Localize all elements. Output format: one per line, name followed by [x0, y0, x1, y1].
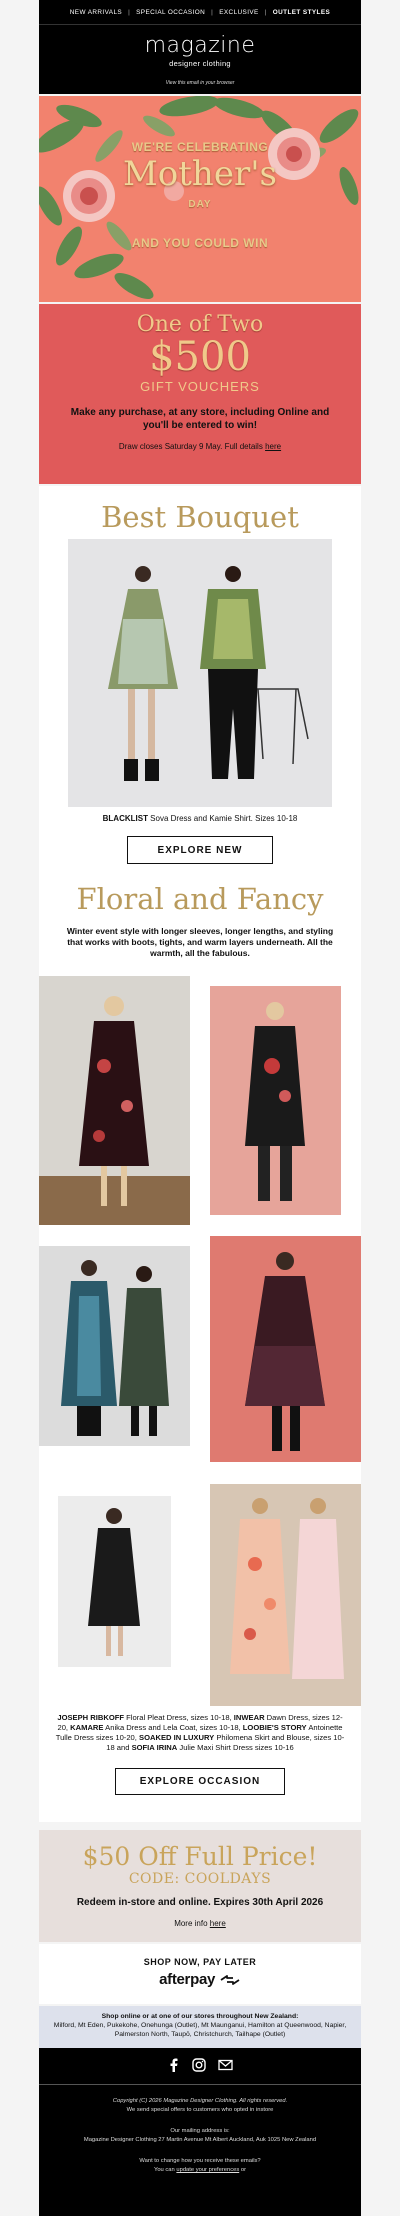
- hero-line-2: Mother's: [122, 154, 277, 194]
- more-info-link[interactable]: here: [210, 1919, 226, 1928]
- update-suffix: or: [240, 2167, 246, 2173]
- stores-list: Milford, Mt Eden, Pukekohe, Onehunga (Ou…: [53, 2022, 347, 2038]
- hero-line-3: DAY: [188, 199, 212, 210]
- email-header: magazine designer clothing View this ema…: [39, 24, 361, 94]
- best-bouquet-photo[interactable]: [68, 539, 332, 807]
- promo-terms: Redeem in-store and online. Expires 30th…: [76, 1897, 324, 1908]
- caption-brand: SOAKED IN LUXURY: [139, 1733, 215, 1742]
- product-photo-3[interactable]: [39, 1246, 190, 1446]
- update-preferences-link[interactable]: update your preferences: [176, 2167, 239, 2173]
- floral-caption: JOSEPH RIBKOFF Floral Pleat Dress, sizes…: [39, 1713, 361, 1753]
- change-prefs-text: Want to change how you receive these ema…: [139, 2158, 261, 2164]
- voucher-section: One of Two $500 GIFT VOUCHERS Make any p…: [39, 304, 361, 484]
- promo-headline: $50 Off Full Price!: [82, 1842, 318, 1871]
- product-photo-4[interactable]: [210, 1236, 361, 1462]
- brand-tagline: designer clothing: [169, 59, 231, 68]
- product-photo-2[interactable]: [210, 986, 341, 1215]
- draw-details-link[interactable]: here: [265, 442, 281, 451]
- voucher-instruction: Make any purchase, at any store, includi…: [70, 407, 330, 431]
- product-photo-1[interactable]: [39, 976, 190, 1225]
- model-image: [210, 986, 341, 1215]
- afterpay-logo[interactable]: afterpay: [39, 1971, 361, 1988]
- product-section: Best Bouquet BLACKLIST Sova Dress and Ka…: [39, 486, 361, 1822]
- nav-special-occasion[interactable]: SPECIAL OCCASION: [130, 9, 211, 16]
- social-links: [39, 2058, 361, 2085]
- afterpay-section: SHOP NOW, PAY LATER afterpay: [39, 1944, 361, 2004]
- model-image: [210, 1236, 361, 1462]
- afterpay-label: SHOP NOW, PAY LATER: [143, 1957, 257, 1967]
- nav-new-arrivals[interactable]: NEW ARRIVALS: [64, 9, 128, 16]
- view-in-browser-link[interactable]: View this email in your browser: [39, 80, 361, 86]
- explore-new-button[interactable]: EXPLORE NEW: [127, 836, 273, 864]
- email-footer: Copyright (C) 2026 Magazine Designer Clo…: [39, 2048, 361, 2216]
- optin-text: We send special offers to customers who …: [126, 2107, 274, 2113]
- caption-text: Julie Maxi Shirt Dress sizes 10-16: [177, 1743, 294, 1752]
- mailing-label: Our mailing address is:: [170, 2128, 230, 2134]
- update-prefs-line: You can update your preferences or: [39, 2166, 361, 2175]
- store-locations: Shop online or at one of our stores thro…: [39, 2006, 361, 2048]
- voucher-line-3: GIFT VOUCHERS: [140, 379, 260, 394]
- afterpay-arrows-icon: [220, 1975, 240, 1985]
- voucher-amount: $500: [149, 334, 251, 380]
- brand-logo[interactable]: magazine: [39, 33, 361, 58]
- two-models-image: [210, 1484, 361, 1706]
- draw-details-text: Draw closes Saturday 9 May. Full details: [118, 442, 263, 451]
- caption-brand: JOSEPH RIBKOFF: [57, 1713, 125, 1722]
- caption-brand: SOFIA IRINA: [131, 1743, 178, 1752]
- nav-exclusive[interactable]: EXCLUSIVE: [213, 9, 264, 16]
- best-bouquet-caption: BLACKLIST Sova Dress and Kamie Shirt. Si…: [39, 813, 361, 824]
- top-navigation: NEW ARRIVALS | SPECIAL OCCASION | EXCLUS…: [39, 0, 361, 24]
- explore-occasion-button[interactable]: EXPLORE OCCASION: [115, 1768, 285, 1795]
- caption-text: Anika Dress and Lela Coat, sizes 10-18,: [103, 1723, 243, 1732]
- two-models-image: [68, 539, 332, 807]
- stores-heading: Shop online or at one of our stores thro…: [101, 2013, 299, 2020]
- more-info-text: More info: [174, 1919, 208, 1928]
- hero-line-1: WE'RE CELEBRATING: [131, 140, 269, 154]
- update-prefix: You can: [154, 2167, 175, 2173]
- model-image: [39, 976, 190, 1225]
- product-photo-5[interactable]: [58, 1496, 171, 1667]
- caption-brand: KAMARE: [70, 1723, 104, 1732]
- model-image: [58, 1496, 171, 1667]
- afterpay-brand-text: afterpay: [159, 1971, 216, 1988]
- caption-text: Sova Dress and Kamie Shirt. Sizes 10-18: [147, 814, 298, 823]
- draw-details: Draw closes Saturday 9 May. Full details…: [39, 442, 361, 451]
- product-photo-6[interactable]: [210, 1484, 361, 1706]
- discount-promo: $50 Off Full Price! CODE: COOLDAYS Redee…: [39, 1830, 361, 1942]
- floral-intro: Winter event style with longer sleeves, …: [66, 926, 334, 958]
- caption-text: Floral Pleat Dress, sizes 10-18,: [124, 1713, 234, 1722]
- two-models-image: [39, 1246, 190, 1446]
- nav-outlet-styles[interactable]: OUTLET STYLES: [267, 9, 336, 16]
- floral-title: Floral and Fancy: [76, 882, 324, 916]
- promo-code: CODE: COOLDAYS: [128, 1871, 272, 1887]
- best-bouquet-title: Best Bouquet: [101, 500, 299, 534]
- promo-more-info: More info here: [39, 1919, 361, 1928]
- caption-brand: LOOBIE'S STORY: [242, 1723, 307, 1732]
- hero-line-4: AND YOU COULD WIN: [131, 236, 269, 250]
- mothers-day-hero-banner[interactable]: WE'RE CELEBRATING Mother's DAY AND YOU C…: [39, 96, 361, 302]
- caption-brand: INWEAR: [233, 1713, 265, 1722]
- caption-brand: BLACKLIST: [102, 814, 148, 823]
- mailing-address: Magazine Designer Clothing 27 Martin Ave…: [83, 2137, 317, 2143]
- copyright-text: Copyright (C) 2026 Magazine Designer Clo…: [112, 2098, 288, 2104]
